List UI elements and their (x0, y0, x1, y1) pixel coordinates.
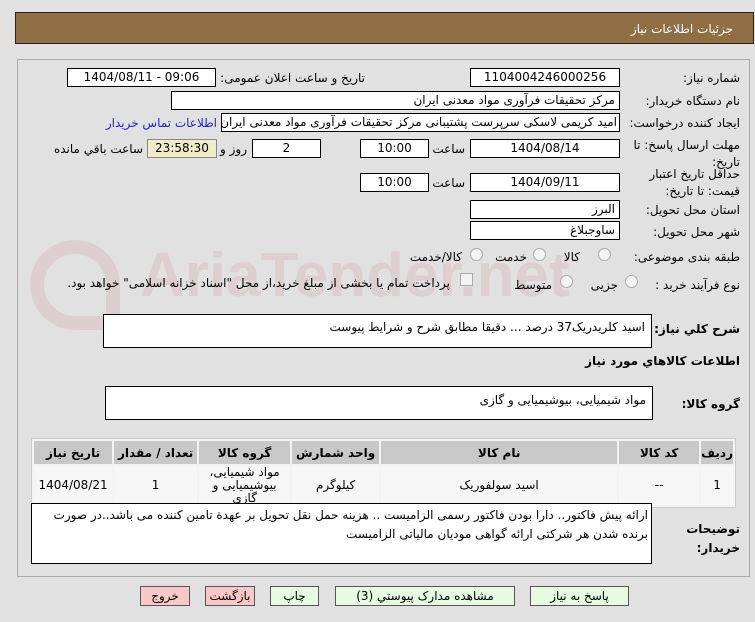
city-label: شهر محل تحویل: (653, 225, 740, 239)
payment-note: پرداخت تمام یا بخشی از مبلغ خرید،از محل … (67, 276, 450, 290)
process-radio-minor[interactable] (625, 275, 638, 288)
cell-qty: 1 (114, 466, 198, 505)
goods-group-textarea[interactable]: مواد شیمیایی، بیوشیمیایی و گازی (105, 386, 653, 420)
cell-unit: کیلوگرم (292, 466, 380, 505)
validity-time-label: ساعت (432, 176, 465, 190)
deadline-time-label: ساعت (432, 142, 465, 156)
description-textarea[interactable]: اسید کلریدریک37 درصد ... دقیقا مطابق شرح… (103, 314, 652, 348)
cell-name: اسید سولفوریک (381, 466, 618, 505)
notes-label: توضیحات خریدار: (686, 522, 740, 555)
days-field: 2 (252, 139, 321, 158)
col-qty: تعداد / مقدار (114, 441, 198, 464)
category-radio-service[interactable] (533, 248, 546, 261)
view-attachments-button[interactable]: مشاهده مدارک پیوستي (3) (335, 586, 515, 606)
back-button[interactable]: بازگشت (205, 586, 255, 606)
announce-field: 1404/08/11 - 09:06 (67, 68, 216, 87)
page-header: جزئیات اطلاعات نیاز (15, 12, 754, 44)
table-header-row: ردیف کد کالا نام کالا واحد شمارش گروه کا… (34, 441, 733, 464)
col-date: تاریخ نیاز (34, 441, 113, 464)
contact-buyer-link[interactable]: اطلاعات تماس خریدار (106, 116, 217, 130)
process-option-medium: متوسط (514, 278, 552, 292)
notes-textarea[interactable]: ارائه پیش فاکتور.. دارا بودن فاکتور رسمی… (31, 503, 652, 564)
creator-field: امید کریمی لاسکی سرپرست پشتیبانی مرکز تح… (221, 113, 620, 132)
treasury-checkbox[interactable] (460, 273, 473, 286)
announce-label: تاریخ و ساعت اعلان عمومی: (220, 71, 365, 85)
col-name: نام کالا (381, 441, 618, 464)
category-option-goods: کالا (563, 250, 580, 264)
days-label: روز و (220, 142, 247, 156)
process-radio-medium[interactable] (560, 275, 573, 288)
goods-group-label: گروه کالا: (681, 397, 740, 411)
need-number-label: شماره نیاز: (683, 71, 740, 85)
deadline-time-field: 10:00 (360, 139, 429, 158)
print-button[interactable]: چاپ (270, 586, 319, 606)
cell-row: 1 (701, 466, 733, 505)
col-unit: واحد شمارش (292, 441, 380, 464)
remaining-time-field: 23:58:30 (147, 139, 217, 158)
cell-code: -- (619, 466, 700, 505)
category-option-both: کالا/خدمت (409, 250, 462, 264)
creator-label: ایجاد کننده درخواست: (629, 116, 740, 130)
validity-date-field: 1404/09/11 (470, 173, 620, 192)
col-group: گروه کالا (199, 441, 291, 464)
reply-button[interactable]: پاسخ به نياز (530, 586, 629, 606)
table-row: 1 -- اسید سولفوریک کیلوگرم مواد شیمیایی،… (34, 466, 733, 505)
deadline-date-field: 1404/08/14 (470, 139, 620, 158)
exit-button[interactable]: خروج (140, 586, 190, 606)
col-row: ردیف (701, 441, 733, 464)
validity-label: حداقل تاریخ اعتبار قیمت: تا تاریخ: (649, 167, 740, 198)
goods-table: ردیف کد کالا نام کالا واحد شمارش گروه کا… (31, 438, 736, 508)
remaining-label: ساعت باقي مانده (53, 142, 143, 156)
cell-date: 1404/08/21 (34, 466, 113, 505)
validity-time-field: 10:00 (360, 173, 429, 192)
page-title: جزئیات اطلاعات نیاز (630, 22, 733, 36)
category-radio-both[interactable] (470, 248, 483, 261)
category-radio-goods[interactable] (598, 248, 611, 261)
buyer-label: نام دستگاه خریدار: (645, 94, 741, 108)
province-label: استان محل تحویل: (645, 203, 740, 217)
col-code: کد کالا (619, 441, 700, 464)
province-field: البرز (470, 200, 620, 219)
buyer-field: مرکز تحقیقات فرآوری مواد معدنی ایران (171, 91, 620, 110)
need-number-field: 1104004246000256 (470, 68, 620, 87)
cell-group: مواد شیمیایی، بیوشیمیایی و گازی (199, 466, 291, 505)
city-field: ساوجبلاغ (470, 221, 620, 240)
process-label: نوع فرآیند خرید : (655, 278, 740, 292)
category-option-service: خدمت (495, 250, 527, 264)
goods-section-title: اطلاعات کالاهاي مورد نياز (585, 354, 740, 368)
category-label: طبقه بندی موضوعی: (633, 250, 740, 264)
description-label: شرح کلي نياز: (654, 322, 740, 336)
process-option-minor: جزیی (590, 278, 618, 292)
